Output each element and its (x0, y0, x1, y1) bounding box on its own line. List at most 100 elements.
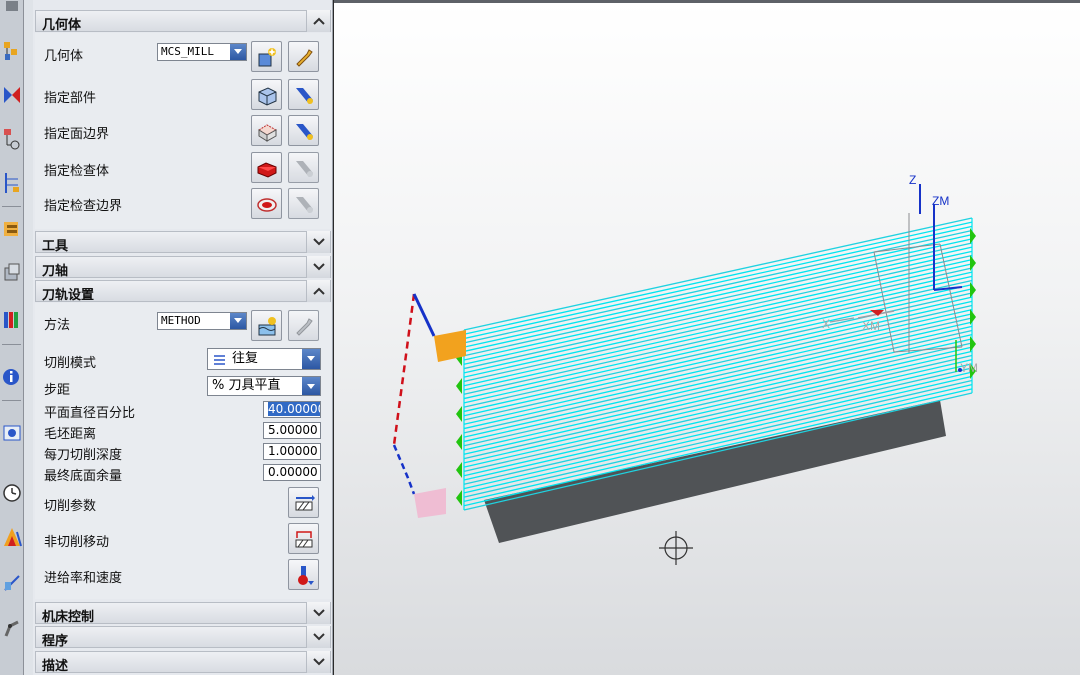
engage-arrow (456, 434, 462, 450)
toolpath-pass (463, 225, 973, 340)
edit-method-button[interactable] (288, 310, 319, 341)
library-icon[interactable] (0, 304, 23, 334)
color-palette-icon[interactable] (0, 522, 23, 552)
section-header-geometry[interactable]: 几何体 (35, 10, 331, 33)
chevron-down-icon[interactable] (302, 377, 320, 395)
depth-per-cut-input[interactable]: 1.00000 (263, 443, 321, 460)
new-method-button[interactable] (251, 310, 282, 341)
non-cutting-moves-label: 非切削移动 (44, 535, 110, 550)
section-header-program[interactable]: 程序 (35, 626, 331, 649)
toolbar-top-icon[interactable] (0, 0, 23, 14)
select-check-body-button[interactable] (251, 152, 282, 183)
feeds-and-speeds-button[interactable] (288, 559, 319, 590)
display-check-body-button[interactable] (288, 152, 319, 183)
section-header-machine-control[interactable]: 机床控制 (35, 602, 331, 625)
display-icon[interactable] (0, 418, 23, 448)
chevron-down-icon[interactable] (306, 256, 330, 278)
engage-arrow (970, 255, 976, 271)
operation-tool-icon[interactable] (0, 124, 23, 154)
method-select[interactable]: METHOD (157, 312, 247, 330)
display-check-boundary-button[interactable] (288, 188, 319, 219)
analysis-icon[interactable] (0, 568, 23, 598)
viewport-top-border (334, 0, 1080, 3)
blank-distance-input[interactable]: 5.00000 (263, 422, 321, 439)
chevron-down-icon[interactable] (302, 349, 320, 369)
part-view-icon[interactable] (0, 258, 23, 288)
cut-pattern-select[interactable]: 往复 (207, 348, 321, 370)
non-cutting-moves-button[interactable] (288, 523, 319, 554)
engage-arrow (456, 406, 462, 422)
cutting-parameters-label: 切削参数 (44, 499, 97, 514)
display-face-boundary-button[interactable] (288, 115, 319, 146)
chevron-down-icon[interactable] (306, 626, 330, 648)
final-floor-stock-label: 最终底面余量 (44, 469, 123, 484)
final-floor-stock-input[interactable]: 0.00000 (263, 464, 321, 481)
chevron-down-icon[interactable] (306, 651, 330, 673)
toolpath-scene: Z ZM X XM YM (392, 173, 978, 565)
section-header-tool-axis[interactable]: 刀轴 (35, 256, 331, 279)
flat-diameter-percent-label: 平面直径百分比 (44, 406, 136, 421)
select-face-boundary-button[interactable] (251, 115, 282, 146)
geometry-select-value: MCS_MILL (161, 45, 214, 58)
display-part-button[interactable] (288, 79, 319, 110)
graphics-viewport[interactable]: Z ZM X XM YM (334, 0, 1080, 675)
axis-label-z: Z (909, 173, 916, 187)
specify-face-boundary-label: 指定面边界 (44, 127, 110, 142)
chevron-down-icon[interactable] (230, 44, 246, 60)
cut-pattern-value: 往复 (232, 351, 259, 366)
section-title: 几何体 (42, 18, 82, 33)
info-icon[interactable] (0, 362, 23, 392)
method-select-value: METHOD (161, 314, 201, 327)
chevron-down-icon[interactable] (306, 231, 330, 253)
feeds-and-speeds-label: 进给率和速度 (44, 571, 123, 586)
cutting-parameters-button[interactable] (288, 487, 319, 518)
toolpath-pass (463, 238, 973, 353)
section-title: 程序 (42, 634, 69, 649)
section-title: 机床控制 (42, 610, 95, 625)
stepover-value: % 刀具平直 (212, 378, 281, 393)
section-header-path-settings[interactable]: 刀轨设置 (35, 280, 331, 303)
mirror-tool-icon[interactable] (0, 80, 23, 110)
specify-check-body-label: 指定检查体 (44, 164, 110, 179)
edit-geometry-button[interactable] (288, 41, 319, 72)
engage-arrow (456, 490, 462, 506)
new-geometry-button[interactable] (251, 41, 282, 72)
chevron-down-icon[interactable] (306, 602, 330, 624)
geometry-tool-icon[interactable] (0, 36, 23, 66)
specify-check-boundary-label: 指定检查边界 (44, 199, 123, 214)
method-tool-icon[interactable] (0, 214, 23, 244)
geometry-label: 几何体 (44, 49, 84, 64)
chevron-up-icon[interactable] (306, 10, 330, 32)
engage-arrow (456, 378, 462, 394)
robot-arm-icon[interactable] (0, 612, 23, 642)
clock-icon[interactable] (0, 478, 23, 508)
section-body-path-settings: 方法 METHOD 切削模式 往复 步距 % 刀具平直 平面直径百分比 40.0… (35, 303, 331, 599)
approach-move (392, 444, 416, 495)
engage-arrow (456, 462, 462, 478)
section-title: 描述 (42, 659, 69, 674)
axis-label-zm: ZM (932, 194, 949, 208)
depth-per-cut-label: 每刀切削深度 (44, 448, 123, 463)
method-label: 方法 (44, 318, 71, 333)
cut-end-region (414, 488, 446, 518)
select-part-button[interactable] (251, 79, 282, 110)
engage-arrow (970, 309, 976, 325)
engage-arrow (970, 228, 976, 244)
geometry-select[interactable]: MCS_MILL (157, 43, 247, 61)
chevron-up-icon[interactable] (306, 280, 330, 302)
select-check-boundary-button[interactable] (251, 188, 282, 219)
stepover-label: 步距 (44, 383, 71, 398)
chevron-down-icon[interactable] (230, 313, 246, 329)
axis-label-x: X (822, 317, 830, 331)
section-title: 刀轨设置 (42, 288, 95, 303)
toolpath-pass (463, 229, 973, 344)
section-header-tool[interactable]: 工具 (35, 231, 331, 254)
machine-tool-icon[interactable] (0, 168, 23, 198)
section-header-description[interactable]: 描述 (35, 651, 331, 674)
engage-arrow (970, 336, 976, 352)
cut-pattern-label: 切削模式 (44, 356, 97, 371)
toolpath-pass (463, 221, 973, 335)
flat-diameter-percent-input[interactable]: 40.00000 (263, 401, 321, 418)
panel-splitter[interactable] (24, 0, 33, 675)
stepover-select[interactable]: % 刀具平直 (207, 376, 321, 396)
